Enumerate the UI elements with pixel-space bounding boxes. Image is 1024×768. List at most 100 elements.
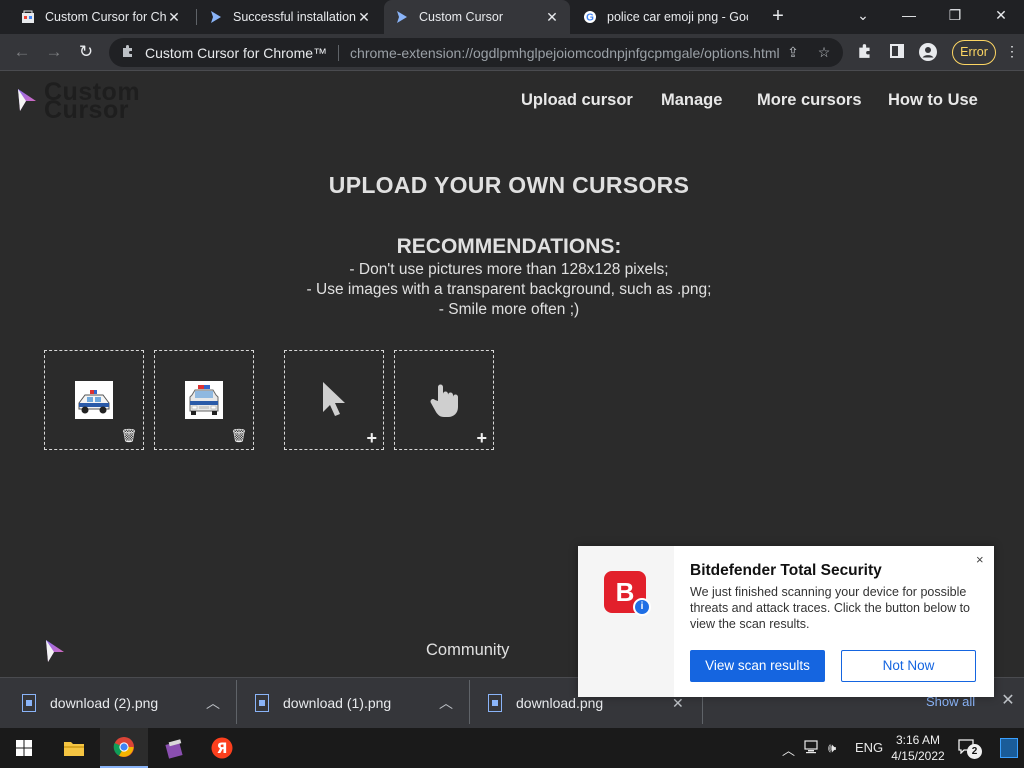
trash-icon[interactable]: 🗑︎ [120, 428, 137, 444]
extensions-icon[interactable] [855, 43, 875, 63]
tab-strip: Custom Cursor for Chrome™ - Chrome Web S… [0, 0, 1024, 34]
clock-date: 4/15/2022 [891, 749, 945, 763]
close-tab-icon[interactable]: ✕ [356, 9, 372, 26]
trash-icon[interactable]: 🗑︎ [230, 428, 247, 444]
recommendations-title: RECOMMENDATIONS: [396, 235, 622, 258]
tab-title: Successful installation - Custom Cursor [233, 10, 356, 24]
tab-title: Custom Cursor [419, 10, 504, 24]
network-icon[interactable] [804, 740, 820, 757]
new-tab-button[interactable]: + [766, 5, 790, 29]
tab-custom-cursor[interactable]: Custom Cursor ✕ [384, 0, 570, 34]
view-scan-results-button[interactable]: View scan results [690, 650, 825, 682]
more-menu-icon[interactable]: ⋮ [1002, 43, 1022, 63]
cursor-slot-empty[interactable]: + [284, 350, 384, 450]
share-icon[interactable]: ⇪ [784, 44, 802, 62]
cursor-slot-uploaded[interactable]: 🗑︎ [154, 350, 254, 450]
police-car-front-image [185, 381, 223, 419]
browser-toolbar: ← → ↻ Custom Cursor for Chrome™ chrome-e… [0, 34, 1024, 71]
page-title: UPLOAD YOUR OWN CURSORS [328, 172, 690, 198]
download-filename: download (2).png [50, 695, 159, 711]
not-now-button[interactable]: Not Now [841, 650, 976, 682]
chrome-web-store-icon [20, 9, 36, 25]
nav-how-to-use[interactable]: How to Use [888, 91, 978, 110]
forward-icon[interactable]: → [41, 40, 67, 64]
cursor-slot-uploaded[interactable]: 🗑︎ [44, 350, 144, 450]
add-icon[interactable]: + [366, 429, 377, 447]
recommendation-line: - Don't use pictures more than 128x128 p… [349, 261, 669, 278]
clock-time: 3:16 AM [895, 733, 941, 747]
add-icon[interactable]: + [476, 429, 487, 447]
recommendation-line: - Smile more often ;) [438, 301, 580, 318]
download-item[interactable]: download (2).png ︿ [22, 678, 232, 728]
cursor-slot-empty[interactable]: + [394, 350, 494, 450]
tab-search-icon[interactable]: ⌄ [840, 4, 886, 28]
close-tab-icon[interactable]: ✕ [544, 9, 560, 26]
back-icon[interactable]: ← [9, 40, 35, 64]
chevron-up-icon[interactable]: ︿ [206, 693, 220, 713]
nav-upload-cursor[interactable]: Upload cursor [521, 91, 633, 110]
yandex-browser-icon[interactable]: Я [198, 728, 246, 768]
notification-body: We just finished scanning your device fo… [690, 585, 971, 631]
omnibox-divider [338, 44, 340, 61]
notification-icon-panel: B i [578, 546, 674, 697]
tab-separator [196, 9, 197, 25]
image-file-icon [255, 694, 269, 712]
custom-cursor-icon [394, 9, 410, 25]
file-explorer-icon[interactable] [50, 728, 98, 768]
logo-arrow-icon [46, 640, 64, 662]
chrome-taskbar-icon[interactable] [100, 728, 148, 768]
notification-title: Bitdefender Total Security [690, 562, 882, 579]
image-file-icon [488, 694, 502, 712]
download-item[interactable]: download (1).png ︿ [255, 678, 465, 728]
tab-successful-installation[interactable]: Successful installation - Custom Cursor … [198, 0, 382, 34]
download-separator [469, 680, 470, 724]
nav-more-cursors[interactable]: More cursors [757, 91, 862, 110]
winrar-icon[interactable] [150, 728, 198, 768]
info-badge-icon: i [633, 598, 651, 616]
bitdefender-notification: B i × Bitdefender Total Security We just… [578, 546, 994, 697]
svg-text:G: G [586, 13, 594, 24]
minimize-button[interactable]: — [886, 4, 932, 28]
recommendation-line: - Use images with a transparent backgrou… [306, 281, 712, 298]
reload-icon[interactable]: ↻ [73, 40, 99, 64]
side-panel-icon[interactable] [887, 43, 907, 63]
system-clock[interactable]: 3:16 AM 4/15/2022 [888, 732, 948, 764]
bookmark-star-icon[interactable]: ☆ [815, 44, 833, 62]
close-downloads-bar-icon[interactable]: ✕ [998, 690, 1018, 710]
close-tab-icon[interactable]: ✕ [166, 9, 182, 26]
hand-pointer-placeholder-icon [430, 384, 458, 417]
download-filename: download (1).png [283, 695, 392, 711]
show-desktop-button[interactable] [1000, 738, 1018, 758]
tab-title: police car emoji png - Google Search [607, 10, 748, 24]
footer-community-link[interactable]: Community [426, 641, 509, 660]
chevron-up-icon[interactable]: ︿ [439, 693, 453, 713]
tab-chrome-web-store[interactable]: Custom Cursor for Chrome™ - Chrome Web S… [10, 0, 192, 34]
url-text[interactable]: chrome-extension://ogdlpmhglpejoiomcodnp… [350, 45, 795, 61]
notification-count-badge: 2 [967, 744, 982, 759]
windows-start-icon[interactable] [0, 728, 48, 768]
police-car-side-image [75, 381, 113, 419]
language-indicator[interactable]: ENG [855, 740, 883, 755]
windows-taskbar: Я ︿ 🕪︎ ENG 3:16 AM 4/15/2022 2 [0, 728, 1024, 768]
logo-arrow-icon [18, 89, 36, 111]
profile-error-button[interactable]: Error [952, 40, 996, 65]
logo-wordmark: Custom Cursor [44, 78, 141, 124]
tab-google-search[interactable]: G police car emoji png - Google Search [572, 0, 758, 34]
download-separator [236, 680, 237, 724]
download-filename: download.png [516, 695, 604, 711]
action-center-icon[interactable]: 2 [958, 738, 982, 759]
close-window-button[interactable]: ✕ [978, 4, 1024, 28]
site-name: Custom Cursor for Chrome™ [145, 44, 328, 61]
restore-button[interactable]: ❐ [932, 4, 978, 28]
show-hidden-icons-chevron-icon[interactable]: ︿ [782, 740, 795, 759]
volume-icon[interactable]: 🕪︎ [828, 740, 836, 756]
close-icon[interactable]: ✕ [672, 695, 684, 712]
tab-title: Custom Cursor for Chrome™ - Chrome Web S… [45, 10, 166, 24]
custom-cursor-logo[interactable]: Custom Cursor [16, 78, 146, 124]
image-file-icon [22, 694, 36, 712]
address-bar[interactable]: Custom Cursor for Chrome™ chrome-extensi… [109, 38, 843, 67]
footer-logo[interactable] [44, 638, 66, 669]
nav-manage[interactable]: Manage [661, 91, 722, 110]
close-notification-icon[interactable]: × [976, 552, 984, 567]
profile-avatar-icon[interactable] [918, 43, 938, 63]
